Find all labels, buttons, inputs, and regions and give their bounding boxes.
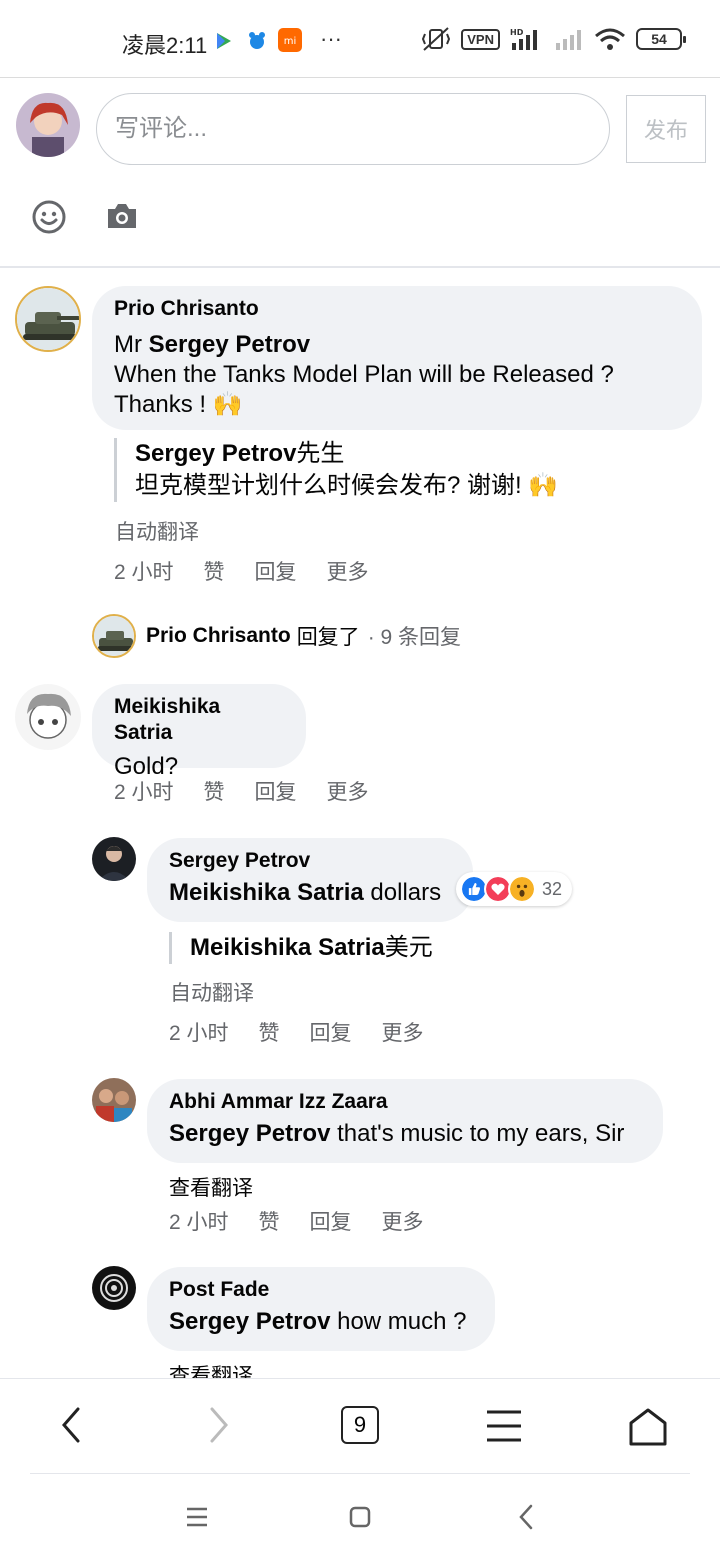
status-time: 凌晨2:11 xyxy=(122,33,208,58)
like-button[interactable]: 赞 xyxy=(204,556,225,586)
mention-link[interactable]: Sergey Petrov xyxy=(169,1120,330,1147)
play-store-icon xyxy=(217,33,231,49)
comment-actions: 2 小时 赞 回复 更多 xyxy=(114,776,399,806)
more-button[interactable]: 更多 xyxy=(382,1017,424,1047)
reply-summary-action: 回复了 xyxy=(296,626,360,649)
see-translation-link[interactable]: 查看翻译 xyxy=(169,1172,253,1202)
reply-actions: 2 小时 赞 回复 更多 xyxy=(169,1017,454,1047)
mention-link[interactable]: Sergey Petrov xyxy=(149,331,310,358)
prio-chrisanto-avatar[interactable] xyxy=(15,286,81,352)
reply-bubble: Sergey Petrov Meikishika Satria dollars xyxy=(147,838,473,922)
reply-button[interactable]: 回复 xyxy=(310,1206,352,1236)
more-notifications-icon: ··· xyxy=(320,26,342,51)
emoji-icon[interactable] xyxy=(32,200,66,234)
comment-author[interactable]: Meikishika Satria xyxy=(114,694,284,746)
status-bar: 凌晨2:11 mi ··· VPN HD 54 xyxy=(0,0,720,78)
alarm-icon xyxy=(249,32,265,49)
battery-icon: 54 xyxy=(636,28,686,50)
comment-bubble: Prio Chrisanto Mr Sergey Petrov When the… xyxy=(92,286,702,430)
reply-time: 2 小时 xyxy=(169,1211,229,1234)
svg-text:mi: mi xyxy=(284,36,297,47)
abhi-ammar-avatar[interactable] xyxy=(92,1078,136,1122)
system-home-icon[interactable] xyxy=(349,1506,371,1528)
translation-block: Sergey Petrov先生 坦克模型计划什么时候会发布? 谢谢! 🙌 xyxy=(114,438,674,502)
reply-author[interactable]: Abhi Ammar Izz Zaara xyxy=(169,1089,641,1115)
reply-body: how much ? xyxy=(330,1308,467,1335)
mute-vibrate-icon xyxy=(422,27,451,51)
mention-prefix: Mr xyxy=(114,331,149,358)
reply-author[interactable]: Post Fade xyxy=(169,1277,473,1303)
comment-time: 2 小时 xyxy=(114,781,174,804)
signal-hd-icon: HD xyxy=(510,28,537,50)
reply-summary-count: · 9 条回复 xyxy=(367,626,462,649)
reply-button[interactable]: 回复 xyxy=(310,1017,352,1047)
back-arrow-icon[interactable] xyxy=(58,1405,84,1445)
reactions-summary[interactable]: 32 xyxy=(456,872,573,906)
mi-app-icon: mi xyxy=(278,28,302,52)
forward-arrow-icon[interactable] xyxy=(206,1405,232,1445)
reply-text: Meikishika Satria dollars xyxy=(169,878,451,908)
more-button[interactable]: 更多 xyxy=(327,776,369,806)
signal-weak-icon xyxy=(556,30,581,50)
view-replies-link[interactable]: Prio Chrisanto 回复了 · 9 条回复 xyxy=(92,614,461,658)
wow-reaction-icon xyxy=(508,875,536,903)
reply-button[interactable]: 回复 xyxy=(255,776,297,806)
current-user-avatar[interactable] xyxy=(16,93,80,157)
reply-summary-avatar xyxy=(92,614,136,658)
auto-translated-label[interactable]: 自动翻译 xyxy=(115,516,199,546)
vpn-icon: VPN xyxy=(461,28,500,50)
translation-mention: Sergey Petrov xyxy=(135,440,297,467)
camera-icon[interactable] xyxy=(105,201,139,231)
translation-block: Meikishika Satria美元 xyxy=(169,932,669,964)
comment-text-line: Thanks ! 🙌 xyxy=(114,391,243,418)
comment-actions: 2 小时 赞 回复 更多 xyxy=(114,556,399,586)
wifi-icon xyxy=(595,28,625,50)
more-button[interactable]: 更多 xyxy=(327,556,369,586)
like-button[interactable]: 赞 xyxy=(259,1206,280,1236)
comment-time: 2 小时 xyxy=(114,561,174,584)
reply-text: Sergey Petrov how much ? xyxy=(169,1307,473,1337)
post-button[interactable]: 发布 xyxy=(626,95,706,163)
comment-author[interactable]: Prio Chrisanto xyxy=(114,296,680,322)
reply-body: that's music to my ears, Sir xyxy=(330,1120,625,1147)
reaction-count: 32 xyxy=(542,878,563,899)
reply-body: dollars xyxy=(363,879,442,906)
reply-bubble: Abhi Ammar Izz Zaara Sergey Petrov that'… xyxy=(147,1079,663,1163)
menu-icon[interactable] xyxy=(485,1409,523,1443)
comment-input[interactable] xyxy=(96,93,610,165)
reply-actions: 2 小时 赞 回复 更多 xyxy=(169,1206,454,1236)
comment-bubble: Meikishika Satria Gold? xyxy=(92,684,306,780)
translation-mention: Meikishika Satria xyxy=(190,934,385,961)
reply-text: Sergey Petrov that's music to my ears, S… xyxy=(169,1119,641,1149)
reply-time: 2 小时 xyxy=(169,1022,229,1045)
reply-author[interactable]: Sergey Petrov xyxy=(169,848,451,874)
like-button[interactable]: 赞 xyxy=(259,1017,280,1047)
home-icon[interactable] xyxy=(628,1407,668,1447)
meikishika-satria-avatar[interactable] xyxy=(15,684,81,750)
comment-composer: 发布 xyxy=(0,78,720,268)
tabs-button[interactable]: 9 xyxy=(341,1406,379,1444)
translation-line: 坦克模型计划什么时候会发布? 谢谢! 🙌 xyxy=(135,472,559,499)
post-fade-avatar[interactable] xyxy=(92,1266,136,1310)
system-back-icon[interactable] xyxy=(518,1504,534,1530)
comment-text: Mr Sergey Petrov xyxy=(114,330,680,360)
auto-translated-label[interactable]: 自动翻译 xyxy=(170,977,254,1007)
comment-text-line: When the Tanks Model Plan will be Releas… xyxy=(114,361,614,388)
reply-button[interactable]: 回复 xyxy=(255,556,297,586)
reply-summary-name: Prio Chrisanto xyxy=(146,624,291,647)
mention-link[interactable]: Meikishika Satria xyxy=(169,879,364,906)
recent-apps-icon[interactable] xyxy=(186,1507,208,1527)
svg-text:HD: HD xyxy=(510,28,524,37)
mention-link[interactable]: Sergey Petrov xyxy=(169,1308,330,1335)
system-navigation-bar xyxy=(0,1474,720,1560)
translation-text: 先生 xyxy=(296,440,345,467)
like-button[interactable]: 赞 xyxy=(204,776,225,806)
translation-text: 美元 xyxy=(384,934,433,961)
more-button[interactable]: 更多 xyxy=(382,1206,424,1236)
sergey-petrov-avatar[interactable] xyxy=(92,837,136,881)
reply-bubble: Post Fade Sergey Petrov how much ? xyxy=(147,1267,495,1351)
